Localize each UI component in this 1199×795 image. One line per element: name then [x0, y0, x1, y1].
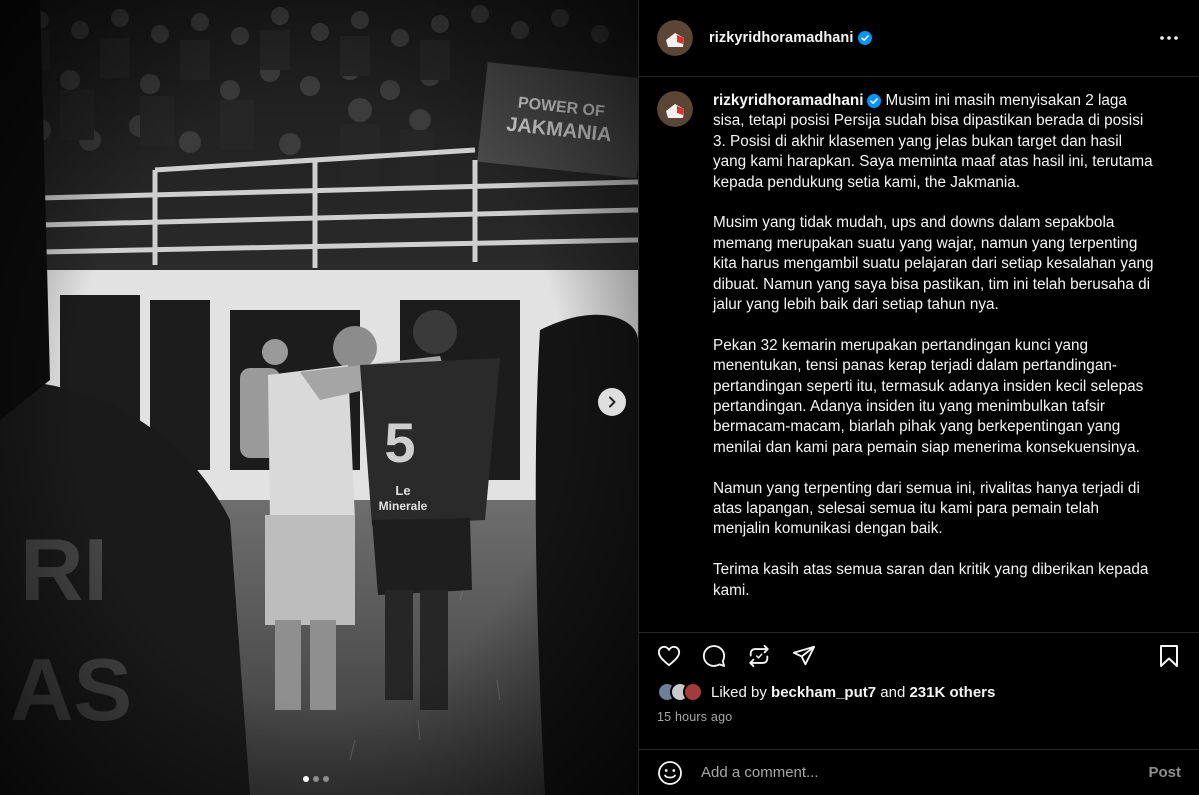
repost-button[interactable]	[747, 644, 771, 668]
liker-avatar	[683, 682, 703, 702]
liker-avatars[interactable]	[657, 682, 703, 702]
like-button[interactable]	[657, 644, 681, 668]
verified-badge-icon	[867, 93, 882, 108]
bookmark-icon	[1160, 644, 1178, 667]
share-button[interactable]	[792, 644, 816, 668]
comment-bar: Post	[639, 749, 1199, 795]
carousel-dot-active	[303, 776, 309, 782]
repost-icon	[749, 644, 769, 667]
post-photo: POWER OF JAKMANIA	[0, 0, 638, 795]
post-header: rizkyridhoramadhani	[639, 0, 1199, 77]
caption-scroll-area[interactable]: rizkyridhoramadhani Musim ini masih menyi…	[639, 78, 1199, 632]
instagram-post-view: POWER OF JAKMANIA	[0, 0, 1199, 795]
likes-summary: Liked by beckham_put7 and 231K others	[657, 682, 1181, 702]
carousel-dot	[313, 776, 319, 782]
caption-paragraph-2: Musim yang tidak mudah, ups and downs da…	[713, 214, 1154, 314]
carousel-next-button[interactable]	[598, 388, 626, 416]
carousel-indicator	[303, 776, 329, 782]
caption-row: rizkyridhoramadhani Musim ini masih menyi…	[657, 91, 1181, 621]
heart-icon	[657, 645, 681, 666]
caption-paragraph-5: Terima kasih atas semua saran dan kritik…	[713, 561, 1149, 599]
save-button[interactable]	[1157, 644, 1181, 668]
send-icon	[792, 645, 816, 665]
likes-others-link[interactable]: 231K others	[909, 684, 995, 701]
caption-text: rizkyridhoramadhani Musim ini masih menyi…	[713, 91, 1158, 621]
emoji-button[interactable]	[657, 760, 683, 786]
smiley-icon	[658, 760, 682, 785]
post-timestamp[interactable]: 15 hours ago	[657, 710, 732, 724]
comment-button[interactable]	[702, 644, 726, 668]
caption-username[interactable]: rizkyridhoramadhani	[713, 92, 863, 109]
liker-username[interactable]: beckham_put7	[771, 684, 876, 701]
author-username[interactable]: rizkyridhoramadhani	[709, 30, 854, 46]
post-media[interactable]: POWER OF JAKMANIA	[0, 0, 638, 795]
post-comment-button[interactable]: Post	[1148, 764, 1181, 781]
post-side-panel: rizkyridhoramadhani rizkyridhoramadhani …	[638, 0, 1199, 795]
comment-bubble-icon	[702, 644, 726, 667]
post-actions-bar	[639, 632, 1199, 678]
likes-text: Liked by beckham_put7 and 231K others	[711, 683, 996, 701]
chevron-right-icon	[609, 396, 616, 408]
author-avatar[interactable]	[657, 20, 693, 56]
more-options-button[interactable]	[1157, 26, 1181, 50]
carousel-dot	[323, 776, 329, 782]
verified-badge-icon	[857, 31, 872, 45]
comment-input[interactable]	[701, 764, 1149, 781]
caption-paragraph-4: Namun yang terpenting dari semua ini, ri…	[713, 479, 1140, 538]
caption-author-avatar[interactable]	[657, 91, 693, 127]
caption-paragraph-3: Pekan 32 kemarin merupakan pertandingan …	[713, 336, 1144, 456]
caption-paragraph-1: rizkyridhoramadhani Musim ini masih menyi…	[713, 92, 1153, 191]
more-options-icon	[1160, 36, 1178, 40]
